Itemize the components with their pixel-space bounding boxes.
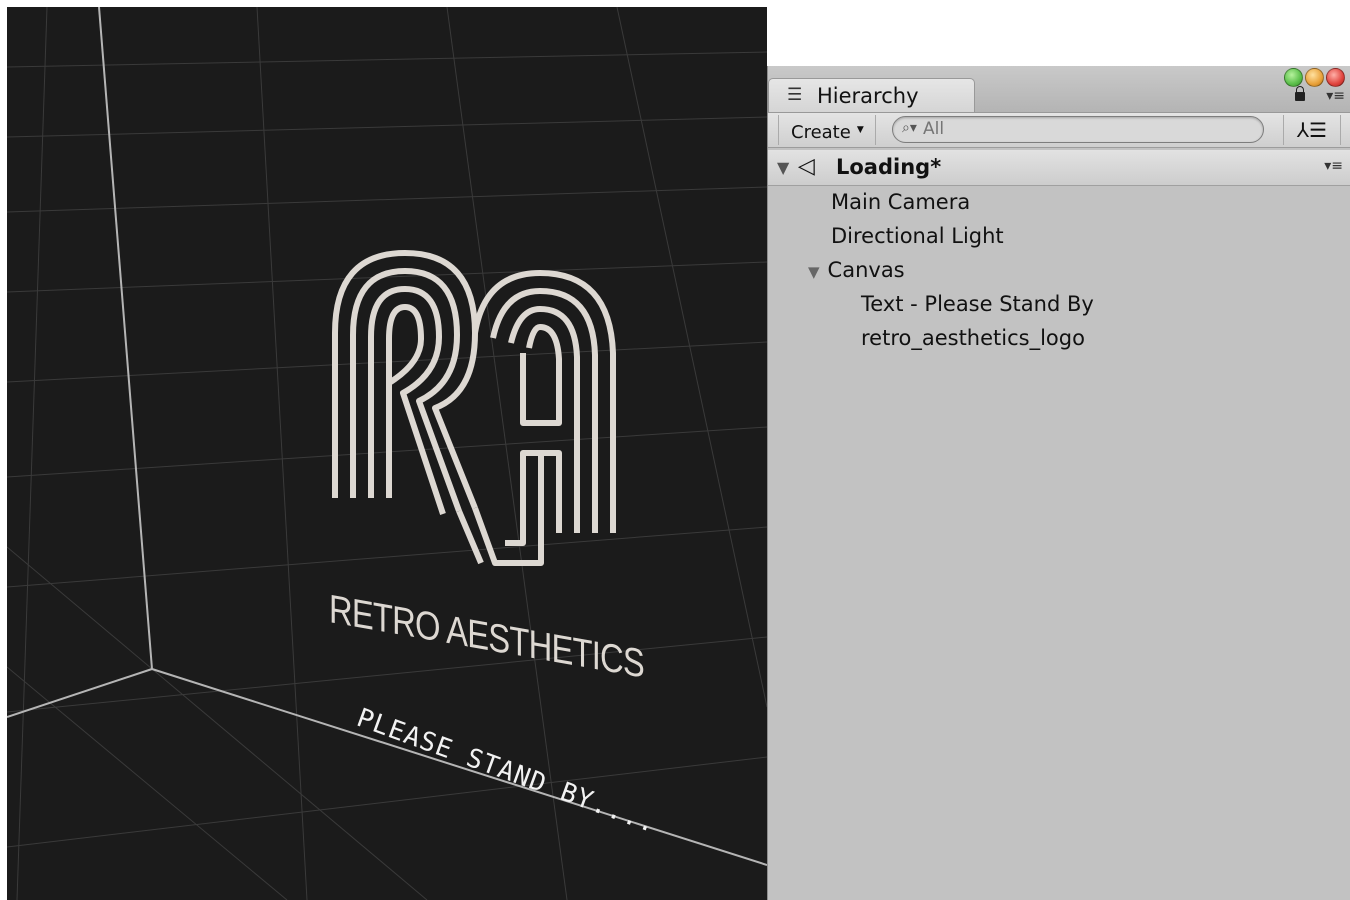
hierarchy-item-main-camera[interactable]: Main Camera xyxy=(831,190,970,214)
close-button[interactable] xyxy=(1326,68,1345,87)
lock-icon[interactable] xyxy=(1295,86,1305,101)
tab-hierarchy-label: Hierarchy xyxy=(817,84,919,108)
create-button-label: Create xyxy=(791,122,851,143)
minimize-button[interactable] xyxy=(1305,68,1324,87)
unity-scene-icon: ◁ xyxy=(798,154,815,179)
hierarchy-filter-icon[interactable]: ⅄☰ xyxy=(1283,115,1341,145)
hierarchy-item-directional-light[interactable]: Directional Light xyxy=(831,224,1004,248)
search-icon: ⌕▾ xyxy=(902,120,917,136)
panel-tab-bar: ☰ Hierarchy ▾≡ xyxy=(768,66,1350,112)
ra-monogram-icon xyxy=(332,250,616,566)
scene-header-row[interactable]: ▼ ◁ Loading* ▾≡ xyxy=(768,150,1350,186)
foldout-triangle-icon[interactable]: ▼ xyxy=(808,263,820,281)
create-button[interactable]: Create ▼ xyxy=(778,115,876,145)
hierarchy-item-text-please-stand-by[interactable]: Text - Please Stand By xyxy=(861,292,1094,316)
chevron-down-icon: ▼ xyxy=(856,125,864,135)
hierarchy-item-retro-aesthetics-logo[interactable]: retro_aesthetics_logo xyxy=(861,326,1085,350)
scene-menu-icon[interactable]: ▾≡ xyxy=(1324,158,1343,174)
scene-view[interactable]: RETRO AESTHETICS PLEASE STAND BY.... xyxy=(7,7,767,900)
hierarchy-panel: ☰ Hierarchy ▾≡ Create▼ ⌕▾ ⅄☰ ▼ ◁ Loading… xyxy=(767,66,1350,900)
hierarchy-list-icon: ☰ xyxy=(787,85,803,105)
search-input[interactable] xyxy=(923,118,1243,140)
hierarchy-item-canvas-label: Canvas xyxy=(827,258,905,282)
retro-aesthetics-logo xyxy=(325,243,625,573)
hierarchy-item-canvas[interactable]: ▼ Canvas xyxy=(808,258,905,282)
tab-hierarchy[interactable]: ☰ Hierarchy xyxy=(768,78,975,112)
search-field[interactable]: ⌕▾ xyxy=(892,116,1264,143)
scene-name: Loading* xyxy=(836,155,942,179)
foldout-triangle-icon[interactable]: ▼ xyxy=(777,158,789,177)
zoom-button[interactable] xyxy=(1284,68,1303,87)
hierarchy-toolbar: Create ▼ ⌕▾ ⅄☰ xyxy=(768,112,1350,148)
panel-menu-icon[interactable]: ▾≡ xyxy=(1326,88,1345,104)
